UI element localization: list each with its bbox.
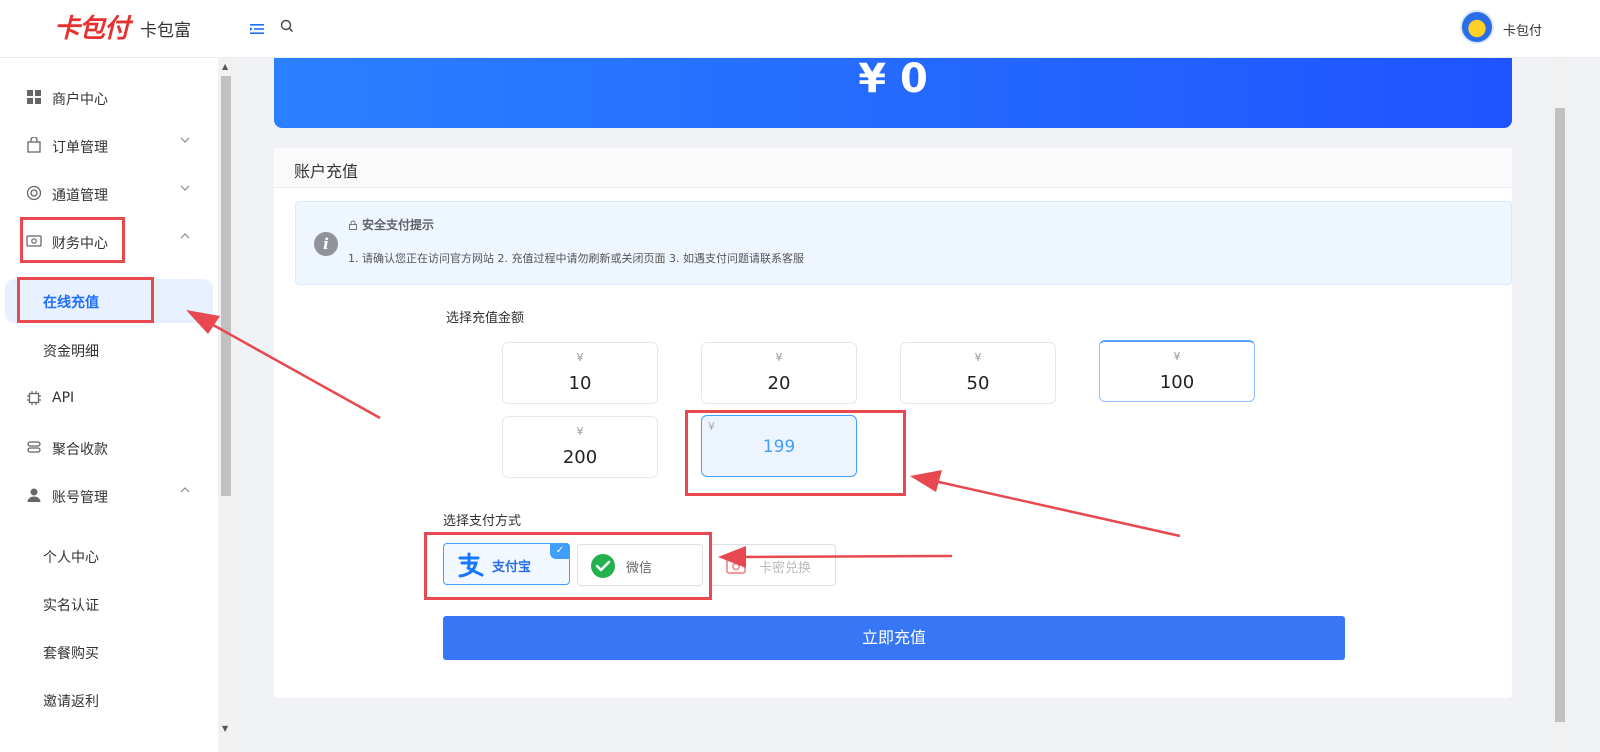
annotation-arrow-pay-method (718, 546, 953, 568)
annotation-arrow-amount (910, 470, 1181, 538)
annotation-arrows (186, 310, 1181, 568)
annotation-arrow-recharge (186, 310, 381, 420)
